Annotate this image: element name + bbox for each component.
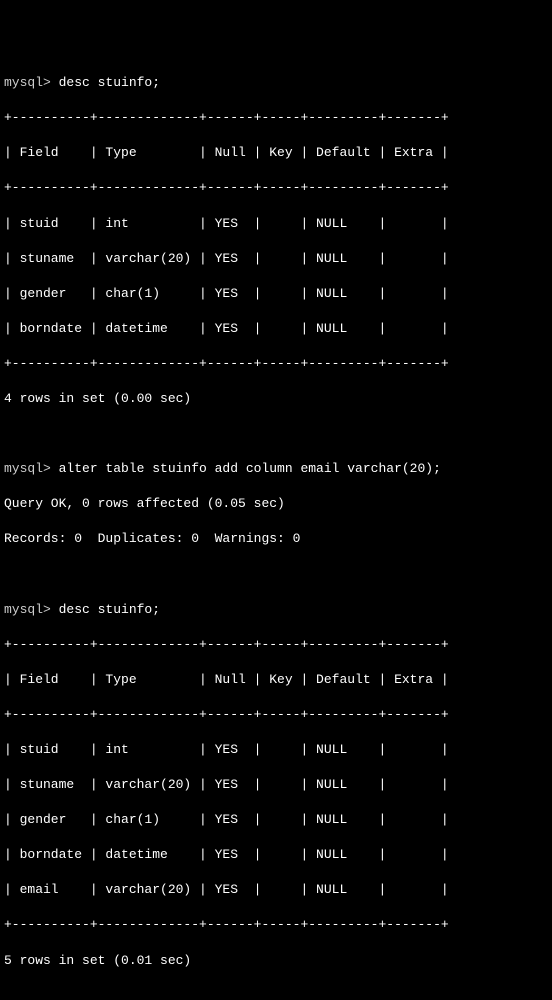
table-row: | borndate | datetime | YES | | NULL | | — [4, 846, 548, 864]
mysql-prompt: mysql> — [4, 75, 59, 90]
table-border: +----------+-------------+------+-----+-… — [4, 109, 548, 127]
table-header: | Field | Type | Null | Key | Default | … — [4, 144, 548, 162]
table-row: | borndate | datetime | YES | | NULL | | — [4, 320, 548, 338]
prompt-line-2[interactable]: mysql> alter table stuinfo add column em… — [4, 460, 548, 478]
rows-summary: 5 rows in set (0.01 sec) — [4, 952, 548, 970]
command-text: alter table stuinfo add column email var… — [59, 461, 441, 476]
records-line: Records: 0 Duplicates: 0 Warnings: 0 — [4, 530, 548, 548]
table-border: +----------+-------------+------+-----+-… — [4, 636, 548, 654]
table-border: +----------+-------------+------+-----+-… — [4, 706, 548, 724]
mysql-prompt: mysql> — [4, 461, 59, 476]
table-row: | stuname | varchar(20) | YES | | NULL |… — [4, 776, 548, 794]
table-row: | email | varchar(20) | YES | | NULL | | — [4, 881, 548, 899]
table-header: | Field | Type | Null | Key | Default | … — [4, 671, 548, 689]
table-row: | stuname | varchar(20) | YES | | NULL |… — [4, 250, 548, 268]
prompt-line-3[interactable]: mysql> desc stuinfo; — [4, 601, 548, 619]
rows-summary: 4 rows in set (0.00 sec) — [4, 390, 548, 408]
query-ok-line: Query OK, 0 rows affected (0.05 sec) — [4, 495, 548, 513]
prompt-line-1[interactable]: mysql> desc stuinfo; — [4, 74, 548, 92]
table-row: | stuid | int | YES | | NULL | | — [4, 215, 548, 233]
table-border: +----------+-------------+------+-----+-… — [4, 916, 548, 934]
table-border: +----------+-------------+------+-----+-… — [4, 179, 548, 197]
blank-line — [4, 566, 548, 584]
command-text: desc stuinfo; — [59, 602, 160, 617]
table-row: | stuid | int | YES | | NULL | | — [4, 741, 548, 759]
command-text: desc stuinfo; — [59, 75, 160, 90]
table-row: | gender | char(1) | YES | | NULL | | — [4, 285, 548, 303]
blank-line — [4, 425, 548, 443]
mysql-prompt: mysql> — [4, 602, 59, 617]
table-row: | gender | char(1) | YES | | NULL | | — [4, 811, 548, 829]
table-border: +----------+-------------+------+-----+-… — [4, 355, 548, 373]
